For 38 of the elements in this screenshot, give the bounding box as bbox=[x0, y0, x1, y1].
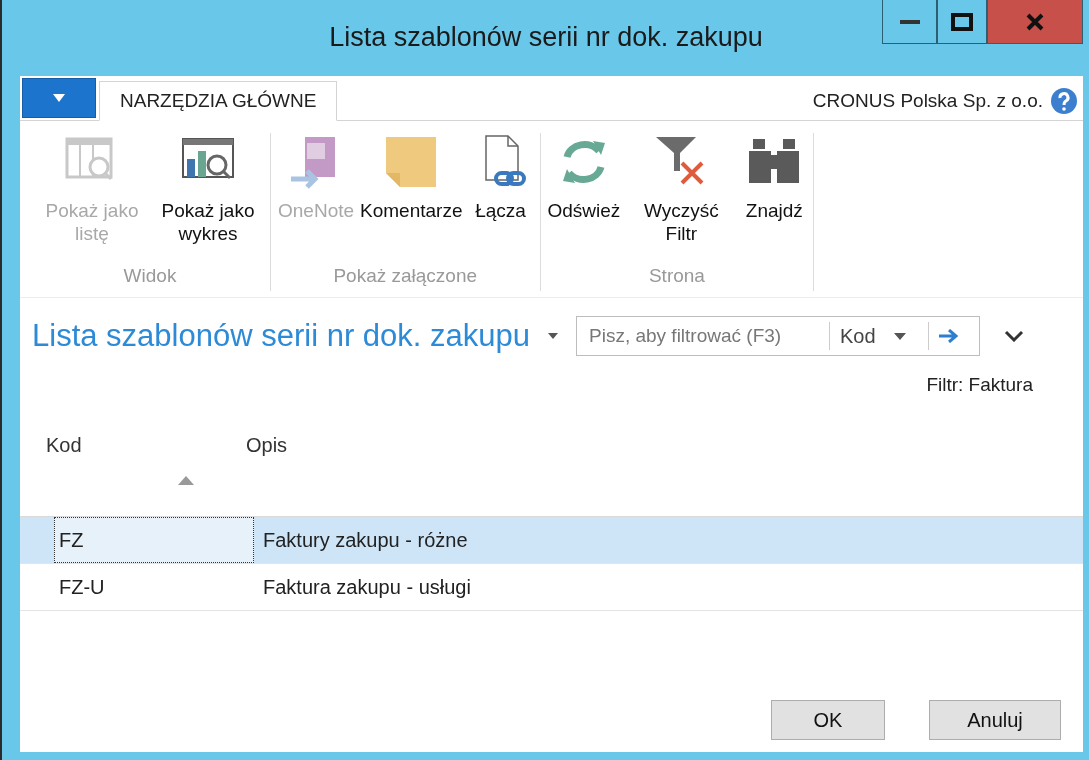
ribbon-button[interactable]: Pokaż jako wykres bbox=[150, 133, 266, 245]
filter-column-dropdown[interactable]: Kod bbox=[829, 322, 929, 350]
ribbon-button[interactable]: Wyczyść Filtr bbox=[623, 133, 740, 245]
ribbon-tab[interactable]: NARZĘDZIA GŁÓWNE bbox=[99, 81, 338, 121]
filter-note: Filtr: Faktura bbox=[926, 374, 1033, 396]
company-name: CRONUS Polska Sp. z o.o. bbox=[812, 90, 1043, 112]
collapse-button[interactable] bbox=[1004, 330, 1024, 342]
table-cell-text: FZ-U bbox=[58, 574, 106, 600]
column-header[interactable]: Opis bbox=[220, 396, 620, 516]
page-title: Lista szablonów serii nr dok. zakupu bbox=[32, 318, 530, 354]
ribbon-button[interactable]: Odśwież bbox=[544, 133, 624, 222]
filter-field[interactable]: Pisz, aby filtrować (F3) Kod bbox=[576, 316, 980, 356]
window-title: Lista szablonów serii nr dok. zakupu bbox=[328, 21, 764, 53]
ribbon-button[interactable]: Łącza bbox=[465, 133, 536, 222]
dialog-button[interactable]: OK bbox=[771, 700, 885, 740]
maximize-icon bbox=[951, 12, 973, 31]
minimize-icon bbox=[899, 19, 920, 24]
help-icon[interactable] bbox=[1051, 88, 1077, 114]
ribbon-button[interactable]: Komentarze bbox=[357, 133, 466, 222]
chevron-icon bbox=[1004, 330, 1024, 342]
table-row[interactable]: FZ Faktury zakupu - różne bbox=[20, 517, 1083, 564]
caret-icon[interactable] bbox=[548, 333, 558, 339]
ribbon-button[interactable]: Znajdź bbox=[739, 133, 810, 222]
group-label: Strona bbox=[647, 265, 706, 288]
close-icon bbox=[1026, 12, 1044, 31]
caret-icon bbox=[893, 332, 906, 340]
table-cell-text: Faktury zakupu - różne bbox=[262, 527, 469, 553]
arrow-icon bbox=[939, 329, 959, 343]
maximize-button[interactable] bbox=[937, 0, 987, 44]
column-header[interactable]: Kod bbox=[20, 396, 220, 516]
dialog-button[interactable]: Anuluj bbox=[929, 700, 1061, 740]
group-label: Pokaż załączone bbox=[332, 265, 479, 288]
table-cell: FZ bbox=[54, 517, 254, 563]
close-button[interactable] bbox=[987, 0, 1083, 44]
group-label: Widok bbox=[122, 265, 178, 288]
caret-icon bbox=[53, 94, 65, 102]
minimize-button[interactable] bbox=[882, 0, 937, 44]
table-cell-text: Faktura zakupu - usługi bbox=[262, 574, 472, 600]
